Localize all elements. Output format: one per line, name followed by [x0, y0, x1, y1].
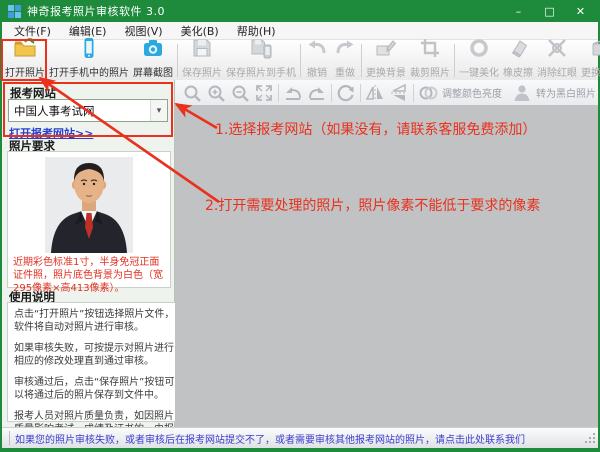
screenshot-button[interactable]: 屏幕截图	[131, 41, 175, 79]
zoom-icon	[182, 83, 202, 103]
toolbar-separator	[413, 84, 414, 102]
change-clothes-button[interactable]: 更换服装	[579, 41, 600, 79]
toolbar-button-label: 打开手机中的照片	[49, 64, 129, 79]
screenshot-icon	[141, 36, 165, 64]
adjust-color-brightness-button[interactable]	[416, 82, 440, 104]
annotation-open-photo: 2.打开需要处理的照片，照片像素不能低于要求的像素	[205, 195, 540, 215]
zoom-in-button[interactable]	[204, 82, 228, 104]
canvas-area: 1.选择报考网站（如果没有，请联系客服免费添加） 2.打开需要处理的照片，照片像…	[175, 105, 598, 428]
toolbar-button-label: 更换背景	[366, 64, 406, 79]
toolbar-separator	[454, 44, 455, 77]
person-icon	[512, 83, 532, 103]
rotate-left-icon	[283, 83, 303, 103]
remove-redeye-icon	[545, 36, 569, 64]
open-photo-button[interactable]: 打开照片	[3, 41, 47, 79]
status-bar: 如果您的照片审核失败，或者审核后在报考网站提交不了，或者需要审核其他报考网站的照…	[2, 427, 598, 448]
change-background-button[interactable]: 更换背景	[364, 41, 408, 79]
toolbar-separator	[361, 44, 362, 77]
toolbar-button-label: 屏幕截图	[133, 64, 173, 79]
usage-paragraph: 如果审核失败，可按提示对照片进行相应的修改处理直到通过审核。	[14, 342, 176, 368]
change-clothes-icon	[589, 36, 600, 64]
photo-requirements-box: 近期彩色标准1寸，半身免冠正面证件照，照片底色背景为白色（宽295像素×高413…	[7, 151, 171, 288]
window-title: 神奇报考照片审核软件 3.0	[27, 3, 165, 19]
eraser-icon	[506, 36, 530, 64]
undo-button[interactable]: 撤销	[303, 41, 331, 79]
toolbar-separator	[360, 84, 361, 102]
convert-bw-button[interactable]	[510, 82, 534, 104]
status-message[interactable]: 如果您的照片审核失败，或者审核后在报考网站提交不了，或者需要审核其他报考网站的照…	[15, 431, 525, 446]
annotation-select-site: 1.选择报考网站（如果没有，请联系客服免费添加）	[215, 119, 536, 139]
statusbar-separator	[9, 431, 10, 445]
rotate-left-button[interactable]	[281, 82, 305, 104]
flip-vertical-button[interactable]	[387, 82, 411, 104]
chevron-down-icon: ▾	[150, 100, 167, 121]
toolbar-button-label: 保存照片到手机	[226, 64, 296, 79]
main-toolbar: 打开照片 打开手机中的照片 屏幕截图	[2, 40, 598, 81]
site-select-value: 中国人事考试网	[9, 103, 150, 119]
fit-screen-button[interactable]	[252, 82, 276, 104]
adjust-color-brightness-label[interactable]: 调整颜色亮度	[442, 85, 502, 100]
toolbar-button-label: 更换服装	[581, 64, 600, 79]
usage-paragraph: 审核通过后，点击“保存照片”按钮可以将通过后的照片保存到文件中。	[14, 376, 176, 402]
zoom-out-button[interactable]	[228, 82, 252, 104]
rotate-right-button[interactable]	[305, 82, 329, 104]
crop-photo-icon	[418, 36, 442, 64]
toolbar-button-label: 消除红眼	[537, 64, 577, 79]
open-phone-photo-icon	[77, 36, 101, 64]
usage-paragraph: 点击“打开照片”按钮选择照片文件，软件将自动对照片进行审核。	[14, 308, 176, 334]
toolbar-separator	[300, 44, 301, 77]
eraser-button[interactable]: 橡皮擦	[501, 41, 535, 79]
beautify-icon	[467, 36, 491, 64]
app-icon	[8, 5, 21, 18]
crop-photo-button[interactable]: 裁剪照片	[408, 41, 452, 79]
zoom-out-icon	[230, 83, 250, 103]
open-phone-photo-button[interactable]: 打开手机中的照片	[47, 41, 131, 79]
change-background-icon	[374, 36, 398, 64]
toolbar-button-label: 裁剪照片	[410, 64, 450, 79]
site-select[interactable]: 中国人事考试网 ▾	[8, 99, 168, 122]
toolbar-separator	[278, 84, 279, 102]
save-photo-to-phone-button[interactable]: 保存照片到手机	[224, 41, 298, 79]
toolbar-button-label: 橡皮擦	[503, 64, 533, 79]
flip-vertical-icon	[389, 83, 409, 103]
toolbar-button-label: 保存照片	[182, 64, 222, 79]
rotate-icon	[336, 83, 356, 103]
title-bar: 神奇报考照片审核软件 3.0 – □ ✕	[0, 0, 600, 22]
toolbar-button-label: 重做	[335, 64, 355, 79]
save-photo-icon	[190, 36, 214, 64]
open-photo-icon	[13, 36, 37, 64]
toolbar-button-label: 一键美化	[459, 64, 499, 79]
maximize-button[interactable]: □	[534, 0, 565, 22]
zoom-button[interactable]	[180, 82, 204, 104]
redo-button[interactable]: 重做	[331, 41, 359, 79]
toolbar-button-label: 撤销	[307, 64, 327, 79]
convert-bw-label[interactable]: 转为黑白照片	[536, 85, 596, 100]
save-photo-button[interactable]: 保存照片	[180, 41, 224, 79]
resize-grip-icon[interactable]	[584, 429, 596, 448]
minimize-button[interactable]: –	[503, 0, 534, 22]
zoom-in-icon	[206, 83, 226, 103]
fit-screen-icon	[254, 83, 274, 103]
toolbar-separator	[177, 44, 178, 77]
usage-box: 点击“打开照片”按钮选择照片文件，软件将自动对照片进行审核。 如果审核失败，可按…	[7, 302, 182, 422]
view-toolbar: 调整颜色亮度 转为黑白照片	[175, 80, 598, 106]
toolbar-separator	[331, 84, 332, 102]
color-circles-icon	[418, 83, 438, 103]
redo-icon	[333, 36, 357, 64]
undo-icon	[305, 36, 329, 64]
rotate-button[interactable]	[334, 82, 358, 104]
flip-horizontal-icon	[365, 83, 385, 103]
flip-horizontal-button[interactable]	[363, 82, 387, 104]
close-button[interactable]: ✕	[565, 0, 596, 22]
sample-photo	[8, 152, 170, 253]
save-photo-to-phone-icon	[249, 36, 273, 64]
remove-redeye-button[interactable]: 消除红眼	[535, 41, 579, 79]
rotate-right-icon	[307, 83, 327, 103]
beautify-button[interactable]: 一键美化	[457, 41, 501, 79]
sidebar: 报考网站 中国人事考试网 ▾ 打开报考网站>> 照片要求	[2, 80, 175, 428]
toolbar-button-label: 打开照片	[5, 64, 45, 79]
